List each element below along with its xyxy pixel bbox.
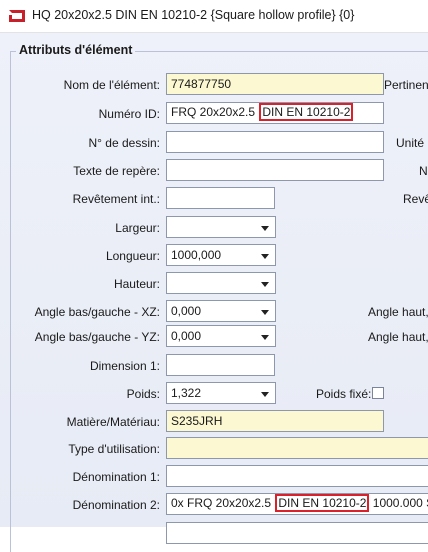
dessin-label: N° de dessin: bbox=[88, 136, 160, 150]
dimension1-field[interactable] bbox=[166, 354, 275, 376]
dimension1-label: Dimension 1: bbox=[89, 359, 160, 373]
hauteur-combo[interactable] bbox=[166, 272, 276, 294]
angle-haut-label-1: Angle haut, bbox=[368, 305, 428, 319]
denomination2-label: Dénomination 2: bbox=[72, 498, 160, 512]
numero-id-field[interactable]: FRQ 20x20x2.5 DIN EN 10210-2 bbox=[166, 102, 384, 124]
next-field-partial[interactable] bbox=[166, 522, 428, 544]
type-utilisation-field[interactable] bbox=[166, 437, 428, 459]
angle-haut-label-2: Angle haut, bbox=[368, 330, 428, 344]
angle-xz-label: Angle bas/gauche - XZ: bbox=[34, 305, 160, 319]
angle-yz-value: 0,000 bbox=[171, 329, 202, 343]
longueur-value: 1000,000 bbox=[171, 248, 222, 262]
poids-fixe-checkbox[interactable] bbox=[372, 387, 384, 399]
longueur-label: Longueur: bbox=[105, 249, 160, 263]
denomination2-prefix: 0x FRQ 20x20x2.5 bbox=[171, 496, 275, 510]
chevron-down-icon[interactable] bbox=[261, 254, 269, 259]
attributes-panel: Attributs d'élément Nom de l'élément: 77… bbox=[0, 33, 428, 552]
poids-fixe-label: Poids fixé: bbox=[316, 387, 372, 401]
chevron-down-icon[interactable] bbox=[261, 226, 269, 231]
chevron-down-icon[interactable] bbox=[261, 392, 269, 397]
numero-id-prefix: FRQ 20x20x2.5 bbox=[171, 105, 259, 119]
chevron-down-icon[interactable] bbox=[261, 310, 269, 315]
denomination2-highlight: DIN EN 10210-2 bbox=[275, 494, 370, 512]
denomination2-field[interactable]: 0x FRQ 20x20x2.5 DIN EN 10210-2 1000.000… bbox=[166, 493, 428, 515]
numero-id-highlight: DIN EN 10210-2 bbox=[259, 103, 354, 121]
angle-yz-label: Angle bas/gauche - YZ: bbox=[34, 330, 160, 344]
revet-right-label: Revê bbox=[403, 192, 428, 206]
denomination1-field[interactable] bbox=[166, 465, 428, 487]
chevron-down-icon[interactable] bbox=[261, 335, 269, 340]
poids-value: 1,322 bbox=[171, 386, 202, 400]
repere-label: Texte de repère: bbox=[73, 164, 160, 178]
poids-label: Poids: bbox=[126, 387, 160, 401]
poids-combo[interactable]: 1,322 bbox=[166, 382, 276, 404]
denomination1-label: Dénomination 1: bbox=[72, 470, 160, 484]
repere-field[interactable] bbox=[166, 159, 384, 181]
denomination2-suffix: 1000.000 S235 bbox=[372, 496, 428, 510]
type-utilisation-label: Type d'utilisation: bbox=[68, 442, 160, 456]
hauteur-label: Hauteur: bbox=[113, 277, 160, 291]
numero-id-label: Numéro ID: bbox=[98, 107, 160, 121]
longueur-combo[interactable]: 1000,000 bbox=[166, 244, 276, 266]
matiere-label: Matière/Matériau: bbox=[66, 415, 160, 429]
angle-xz-value: 0,000 bbox=[171, 304, 202, 318]
largeur-label: Largeur: bbox=[115, 221, 160, 235]
window-title: HQ 20x20x2.5 DIN EN 10210-2 {Square holl… bbox=[32, 8, 355, 22]
nom-label: Nom de l'élément: bbox=[63, 78, 160, 92]
hicad-profile-icon bbox=[9, 10, 25, 22]
revetement-label: Revêtement int.: bbox=[72, 192, 160, 206]
chevron-down-icon[interactable] bbox=[261, 282, 269, 287]
revetement-field[interactable] bbox=[166, 187, 275, 209]
dessin-field[interactable] bbox=[166, 131, 384, 153]
n-label: N bbox=[419, 164, 428, 178]
pertinence-label: Pertinen bbox=[384, 78, 428, 92]
angle-xz-combo[interactable]: 0,000 bbox=[166, 300, 276, 322]
angle-yz-combo[interactable]: 0,000 bbox=[166, 325, 276, 347]
nom-field[interactable]: 774877750 bbox=[166, 73, 384, 95]
matiere-field[interactable]: S235JRH bbox=[166, 410, 384, 432]
title-bar: HQ 20x20x2.5 DIN EN 10210-2 {Square holl… bbox=[0, 0, 428, 33]
largeur-combo[interactable] bbox=[166, 216, 276, 238]
unite-label: Unité bbox=[396, 136, 425, 150]
group-title: Attributs d'élément bbox=[16, 43, 136, 57]
